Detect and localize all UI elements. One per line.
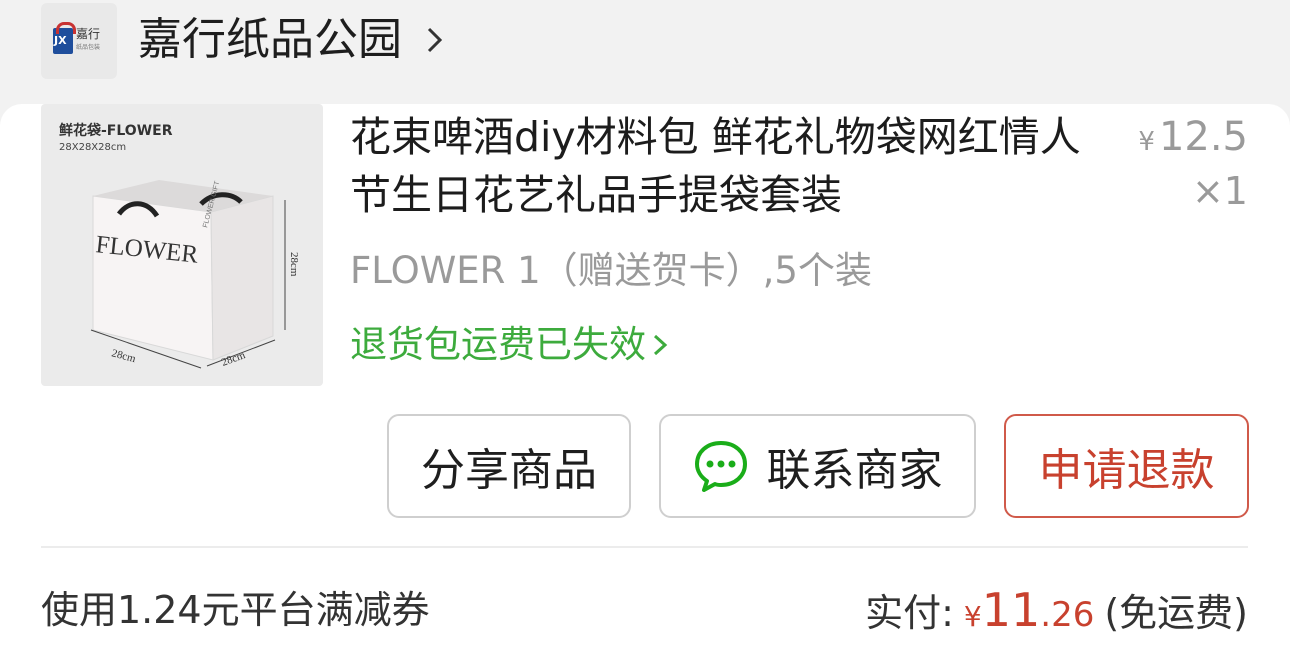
shop-name-link[interactable]: 嘉行纸品公园	[138, 12, 452, 68]
divider	[41, 546, 1248, 548]
paid-symbol: ¥	[963, 600, 982, 633]
paid-decimal: .26	[1040, 595, 1095, 635]
price-value: 12.5	[1158, 114, 1248, 160]
order-item-card: 鲜花袋-FLOWER 28X28X28cm FLOWER FLOWER GIFT…	[0, 104, 1290, 661]
product-image[interactable]: 鲜花袋-FLOWER 28X28X28cm FLOWER FLOWER GIFT…	[41, 104, 323, 386]
contact-button-label: 联系商家	[766, 445, 943, 496]
paid-integer: 11	[981, 583, 1041, 637]
shop-logo[interactable]: JX 嘉行 纸品包装	[41, 3, 117, 79]
dim-width: 28cm	[110, 347, 137, 365]
product-quantity: ×1	[1191, 169, 1248, 213]
product-spec: FLOWER 1（赠送贺卡）,5个装	[350, 249, 872, 292]
share-product-button[interactable]: 分享商品	[387, 414, 631, 518]
logo-text: 嘉行 纸品包装	[76, 28, 100, 54]
return-shipping-note[interactable]: 退货包运费已失效	[350, 316, 672, 374]
refund-button-label: 申请退款	[1038, 445, 1215, 496]
chat-bubble-icon	[694, 441, 747, 492]
order-item-page: JX 嘉行 纸品包装 嘉行纸品公园 鲜花袋-FLOWER 28X28X28cm	[0, 0, 1290, 661]
paid-label: 实付:	[865, 591, 954, 635]
share-button-label: 分享商品	[421, 445, 597, 496]
logo-letters: JX	[54, 34, 67, 47]
coupon-note: 使用1.24元平台满减券	[41, 588, 430, 632]
shop-header[interactable]: JX 嘉行 纸品包装 嘉行纸品公园	[0, 0, 1290, 84]
chevron-right-icon	[653, 334, 668, 356]
product-price: ¥12.5	[1138, 112, 1248, 167]
gift-bag-illustration: FLOWER FLOWER GIFT 28cm 28cm 28cm	[90, 180, 300, 369]
paid-amount: 实付: ¥ 11 .26 (免运费)	[865, 582, 1248, 645]
price-symbol: ¥	[1138, 127, 1155, 157]
shopping-bag-icon: JX	[53, 22, 76, 54]
shop-name: 嘉行纸品公园	[138, 14, 402, 65]
chevron-right-icon	[427, 27, 443, 53]
request-refund-button[interactable]: 申请退款	[1004, 414, 1249, 518]
shipping-note: (免运费)	[1104, 591, 1248, 635]
dim-height: 28cm	[288, 252, 300, 277]
product-title[interactable]: 花束啤酒diy材料包 鲜花礼物袋网红情人节生日花艺礼品手提袋套装	[350, 108, 1090, 224]
contact-seller-button[interactable]: 联系商家	[659, 414, 976, 518]
logo-subtext: 纸品包装	[76, 44, 101, 51]
return-note-label: 退货包运费已失效	[350, 323, 646, 366]
